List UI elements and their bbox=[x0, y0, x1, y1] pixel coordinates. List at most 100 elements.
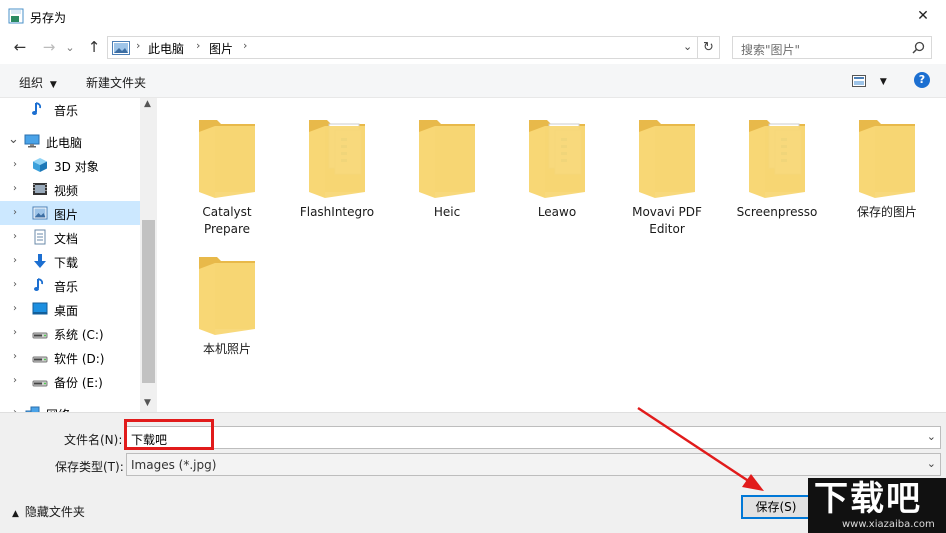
chevron-down-icon[interactable]: ⌄ bbox=[8, 132, 19, 147]
address-dropdown-icon[interactable]: ⌄ bbox=[683, 40, 692, 53]
folder-item[interactable]: FlashIntegro bbox=[283, 114, 391, 221]
address-bar[interactable]: › 此电脑 › 图片 › ⌄ bbox=[107, 36, 698, 59]
breadcrumb-separator-icon: › bbox=[243, 39, 248, 52]
chevron-right-icon[interactable]: › bbox=[13, 255, 17, 266]
scroll-down-icon[interactable]: ▼ bbox=[144, 398, 151, 408]
chevron-right-icon[interactable]: › bbox=[13, 351, 17, 362]
filetype-select[interactable]: Images (*.jpg) ⌄ bbox=[126, 453, 941, 476]
breadcrumb-pictures[interactable]: 图片 bbox=[209, 40, 233, 57]
folder-item[interactable]: Movavi PDF Editor bbox=[613, 114, 721, 238]
back-arrow-icon: ← bbox=[13, 38, 27, 56]
filename-input[interactable]: 下载吧 ⌄ bbox=[126, 426, 941, 449]
music-icon bbox=[32, 277, 48, 293]
document-icon bbox=[32, 229, 48, 245]
chevron-right-icon[interactable]: › bbox=[13, 207, 17, 218]
chevron-down-icon: ⌄ bbox=[926, 457, 936, 470]
picture-icon bbox=[112, 41, 130, 55]
folder-label: Leawo bbox=[503, 204, 611, 221]
sidebar-item[interactable]: › 桌面 bbox=[0, 297, 140, 321]
forward-button[interactable]: → bbox=[38, 36, 60, 58]
chevron-right-icon[interactable]: › bbox=[13, 375, 17, 386]
view-icon bbox=[852, 74, 866, 87]
sidebar-scroll-thumb[interactable] bbox=[142, 220, 155, 383]
folder-item[interactable]: 保存的图片 bbox=[833, 114, 941, 221]
folder-icon bbox=[503, 114, 611, 198]
folder-label-line: Editor bbox=[649, 222, 685, 236]
chevron-right-icon[interactable]: › bbox=[13, 159, 17, 170]
caret-up-icon: ▲ bbox=[12, 509, 19, 519]
folder-icon bbox=[393, 114, 501, 198]
help-button[interactable]: ? bbox=[914, 72, 930, 88]
organize-menu[interactable]: 组织 ▼ bbox=[19, 74, 57, 91]
navigation-pane: ›网络›备份 (E:)›软件 (D:)›系统 (C:)›桌面›音乐›下载›文档›… bbox=[0, 98, 158, 412]
refresh-button[interactable]: ↻ bbox=[698, 36, 720, 59]
navigation-bar: ← → ⌄ ↑ › 此电脑 › 图片 › ⌄ ↻ 搜索"图片" bbox=[0, 32, 946, 62]
save-button[interactable]: 保存(S) bbox=[741, 495, 811, 519]
drive-icon bbox=[32, 349, 48, 365]
folder-label-line: Prepare bbox=[203, 222, 251, 236]
folder-label-line: Screenpresso bbox=[736, 205, 818, 219]
chevron-right-icon[interactable]: › bbox=[13, 183, 17, 194]
chevron-right-icon[interactable]: › bbox=[13, 327, 17, 338]
new-folder-button[interactable]: 新建文件夹 bbox=[86, 74, 146, 91]
sidebar-item-label: 系统 (C:) bbox=[54, 328, 104, 342]
sidebar-item-label: 图片 bbox=[54, 208, 79, 222]
hide-folders-toggle[interactable]: ▲ 隐藏文件夹 bbox=[12, 503, 85, 520]
folder-icon bbox=[833, 114, 941, 198]
folder-item[interactable]: 本机照片 bbox=[173, 251, 281, 358]
folder-item[interactable]: Catalyst Prepare bbox=[173, 114, 281, 238]
download-icon bbox=[32, 253, 48, 269]
breadcrumb-separator-icon: › bbox=[196, 39, 201, 52]
sidebar-item[interactable]: ›网络 bbox=[0, 401, 140, 412]
search-input[interactable]: 搜索"图片" bbox=[732, 36, 932, 59]
sidebar-item-label: 桌面 bbox=[54, 304, 79, 318]
breadcrumb-this-pc[interactable]: 此电脑 bbox=[148, 40, 184, 57]
sidebar-item[interactable]: › 文档 bbox=[0, 225, 140, 249]
sidebar-item[interactable]: › 备份 (E:) bbox=[0, 369, 140, 393]
sidebar-item-label: 音乐 bbox=[54, 280, 79, 294]
sidebar-scrollbar[interactable]: ▲ ▼ bbox=[140, 98, 157, 412]
chevron-down-icon[interactable]: ⌄ bbox=[927, 430, 936, 443]
recent-locations-button[interactable]: ⌄ bbox=[62, 36, 78, 58]
save-dialog-icon bbox=[8, 8, 24, 24]
folder-item[interactable]: Heic bbox=[393, 114, 501, 221]
sidebar-item[interactable]: › 视频 bbox=[0, 177, 140, 201]
sidebar-item-label: 视频 bbox=[54, 184, 79, 198]
breadcrumb-separator-icon: › bbox=[136, 39, 141, 52]
up-arrow-icon: ↑ bbox=[87, 38, 101, 56]
refresh-icon: ↻ bbox=[703, 40, 714, 55]
folder-label: Catalyst Prepare bbox=[173, 204, 281, 238]
sidebar-item[interactable]: › 下载 bbox=[0, 249, 140, 273]
chevron-right-icon[interactable]: › bbox=[13, 231, 17, 242]
chevron-right-icon[interactable]: › bbox=[13, 279, 17, 290]
hide-folders-label: 隐藏文件夹 bbox=[24, 505, 85, 519]
sidebar-item[interactable]: ⌄ 此电脑 bbox=[0, 129, 140, 153]
sidebar-item[interactable]: › 系统 (C:) bbox=[0, 321, 140, 345]
sidebar-item[interactable]: › 3D 对象 bbox=[0, 153, 140, 177]
filename-value: 下载吧 bbox=[131, 433, 168, 447]
close-button[interactable]: ✕ bbox=[900, 0, 946, 32]
folder-label-line: Catalyst bbox=[202, 205, 252, 219]
scroll-up-icon[interactable]: ▲ bbox=[144, 99, 151, 109]
folder-label: FlashIntegro bbox=[283, 204, 391, 221]
desktop-icon bbox=[32, 301, 48, 317]
folder-label-line: 保存的图片 bbox=[856, 205, 917, 219]
up-button[interactable]: ↑ bbox=[83, 36, 105, 58]
sidebar-item[interactable]: 音乐 bbox=[0, 98, 140, 121]
folder-label: Heic bbox=[393, 204, 501, 221]
sidebar-item[interactable]: › 软件 (D:) bbox=[0, 345, 140, 369]
folder-label: 保存的图片 bbox=[833, 204, 941, 221]
chevron-right-icon[interactable]: › bbox=[13, 303, 17, 314]
filetype-value: Images (*.jpg) bbox=[131, 458, 217, 472]
view-options-button[interactable]: ▼ bbox=[852, 73, 887, 87]
watermark-url: www.xiazaiba.com bbox=[842, 519, 935, 530]
search-placeholder: 搜索"图片" bbox=[741, 43, 801, 57]
back-button[interactable]: ← bbox=[9, 36, 31, 58]
sidebar-item[interactable]: › 图片 bbox=[0, 201, 140, 225]
folder-item[interactable]: Screenpresso bbox=[723, 114, 831, 221]
sidebar-item[interactable]: › 音乐 bbox=[0, 273, 140, 297]
drive-icon bbox=[32, 325, 48, 341]
folder-icon bbox=[173, 251, 281, 335]
folder-item[interactable]: Leawo bbox=[503, 114, 611, 221]
cube-icon bbox=[32, 157, 48, 173]
